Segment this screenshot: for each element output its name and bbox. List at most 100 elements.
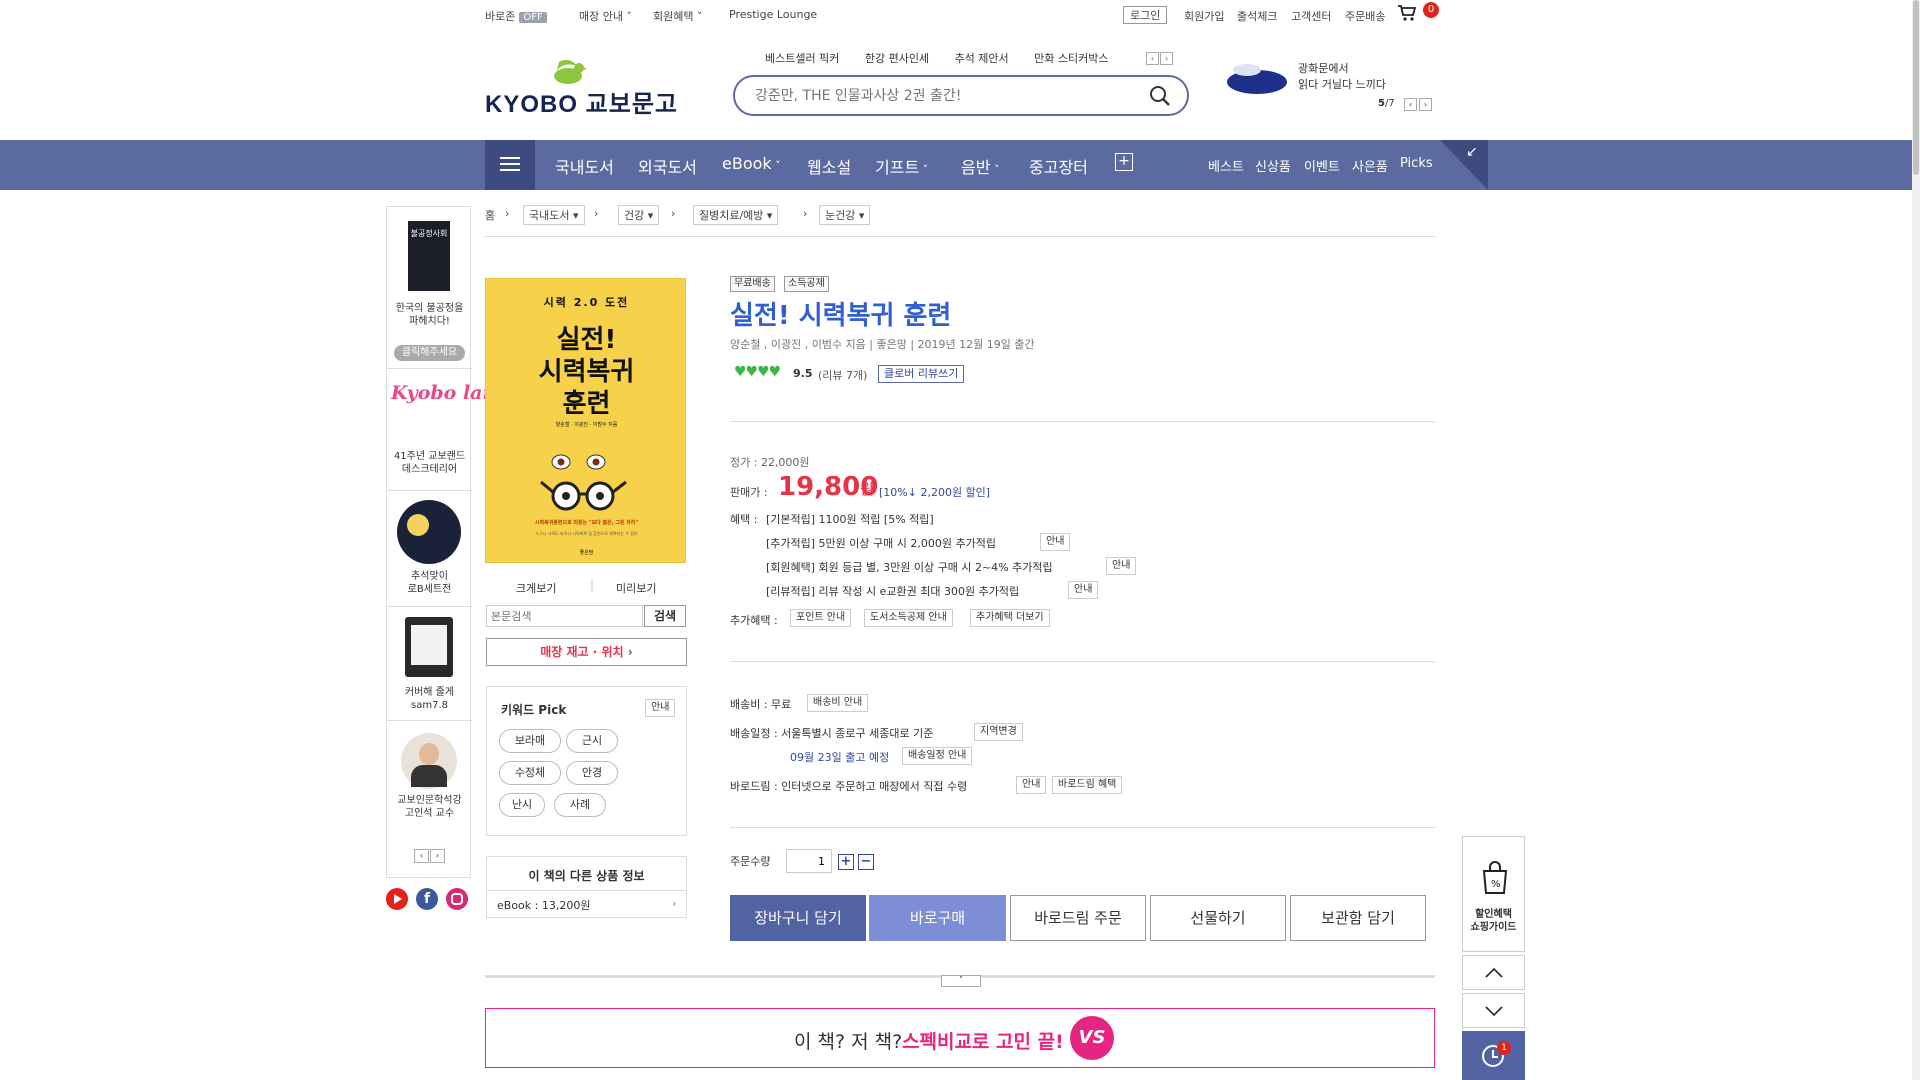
store-info-menu[interactable]: 매장 안내 ˅	[579, 8, 632, 24]
nav-best[interactable]: 베스트	[1208, 156, 1244, 175]
nav-used-market[interactable]: 중고장터	[1029, 154, 1088, 178]
nav-event[interactable]: 이벤트	[1304, 156, 1340, 175]
baro-off-badge[interactable]: OFF	[519, 12, 547, 23]
nav-music[interactable]: 음반 ˅	[961, 154, 999, 178]
login-button[interactable]: 로그인	[1123, 6, 1168, 24]
point-guide-button[interactable]: 포인트 안내	[790, 609, 852, 627]
keyword-chip[interactable]: 보라매	[499, 729, 561, 753]
hot-keyword[interactable]: 베스트셀러 픽커	[765, 52, 839, 65]
keyword-chip[interactable]: 근시	[566, 729, 618, 753]
write-review-button[interactable]: 클로버 리뷰쓰기	[878, 365, 965, 383]
recent-viewed-button[interactable]: 1	[1462, 1031, 1525, 1080]
expand-chevron-icon[interactable]: ˅	[941, 975, 981, 987]
add-to-cart-button[interactable]: 장바구니 담기	[730, 895, 866, 941]
collapse-arrow-icon[interactable]: ↙	[1466, 144, 1478, 160]
header-promo[interactable]: 광화문에서 읽다 거닐다 느끼다 5/7 ‹ ›	[1225, 58, 1445, 118]
prev-arrow-icon[interactable]: ‹	[1146, 52, 1159, 65]
ebook-link[interactable]: eBook : 13,200원 ›	[497, 897, 682, 913]
save-to-wishlist-button[interactable]: 보관함 담기	[1290, 895, 1426, 941]
breadcrumb-home[interactable]: 홈	[485, 207, 495, 223]
scrollbar-thumb[interactable]	[1913, 0, 1919, 175]
store-stock-button[interactable]: 매장 재고 · 위치 ›	[486, 638, 687, 666]
ad-kyobo-land[interactable]: Kyobo land 41주년 교보랜드 데스크테리어	[387, 369, 510, 491]
search-icon[interactable]	[1148, 84, 1172, 108]
ad-humanities-lecture[interactable]: 교보인문학석강 고인석 교수	[387, 721, 472, 831]
hot-keyword[interactable]: 한강 편사인세	[865, 52, 929, 65]
shipping-date: 배송일정 : 서울특별시 종로구 세종대로 기준	[730, 727, 934, 740]
scroll-up-icon[interactable]	[1462, 955, 1525, 990]
buy-now-button[interactable]: 바로구매	[869, 895, 1006, 941]
keyword-chip[interactable]: 난시	[499, 793, 545, 817]
nav-ebook[interactable]: eBook ˅	[722, 154, 781, 173]
keyword-guide-button[interactable]: 안내	[645, 699, 676, 717]
book-cover-image[interactable]: 시력 2.0 도전 실전! 시력복귀 훈련 양순철 · 이광진 · 이범수 지음…	[485, 278, 686, 563]
quantity-input[interactable]	[786, 849, 832, 873]
nav-domestic-books[interactable]: 국내도서	[555, 154, 614, 178]
hot-keyword[interactable]: 추석 제안서	[955, 52, 1009, 65]
customer-center-link[interactable]: 고객센터	[1291, 8, 1331, 24]
ad-unfair-society[interactable]: 불공정사회 한국의 불공정을 파헤치다! 클릭해주세요	[387, 207, 472, 369]
kyobo-logo[interactable]: KYOBO 교보문고	[485, 56, 677, 118]
breadcrumb-disease[interactable]: 질병치료/예방 ▾	[693, 205, 779, 225]
cart-icon[interactable]	[1397, 4, 1417, 25]
prev-arrow-icon[interactable]: ‹	[414, 849, 429, 863]
attendance-link[interactable]: 출석체크	[1237, 8, 1277, 24]
more-benefit-button[interactable]: 추가혜택 더보기	[970, 609, 1050, 627]
keyword-chip[interactable]: 사례	[554, 793, 606, 817]
breadcrumb-domestic[interactable]: 국내도서 ▾	[523, 205, 585, 225]
nav-picks[interactable]: Picks	[1400, 156, 1433, 171]
author-line[interactable]: 양순철 , 이광진 , 이범수 지음 | 좋은땅 | 2019년 12월 19일…	[730, 336, 1035, 352]
prev-arrow-icon[interactable]: ‹	[1404, 98, 1417, 111]
page-scrollbar[interactable]	[1912, 0, 1920, 1080]
baro-zone-toggle[interactable]: 바로존 OFF	[485, 8, 547, 24]
nav-corner-fold[interactable]	[1440, 140, 1488, 190]
nav-web-novel[interactable]: 웹소설	[807, 154, 851, 178]
scroll-down-icon[interactable]	[1462, 993, 1525, 1028]
tax-guide-button[interactable]: 도서소득공제 안내	[864, 609, 953, 627]
barodrim-benefit-button[interactable]: 바로드림 혜택	[1052, 776, 1123, 794]
barodrim-order-button[interactable]: 바로드림 주문	[1010, 895, 1146, 941]
next-arrow-icon[interactable]: ›	[1419, 98, 1432, 111]
body-search-button[interactable]: 검색	[644, 605, 686, 627]
preview-link[interactable]: 미리보기	[616, 580, 656, 596]
next-arrow-icon[interactable]: ›	[1160, 52, 1173, 65]
compare-banner[interactable]: 이 책? 저 책? 스펙비교로 고민 끝! VS	[485, 1008, 1435, 1068]
body-search-input[interactable]	[486, 605, 643, 627]
shipping-schedule-guide-button[interactable]: 배송일정 안내	[902, 747, 973, 765]
facebook-icon[interactable]: f	[416, 888, 438, 910]
breadcrumb-eye-health[interactable]: 눈건강 ▾	[819, 205, 871, 225]
hamburger-menu-icon[interactable]	[485, 140, 535, 190]
gift-button[interactable]: 선물하기	[1150, 895, 1286, 941]
next-arrow-icon[interactable]: ›	[430, 849, 445, 863]
quantity-plus-icon[interactable]: +	[838, 854, 854, 870]
nav-new[interactable]: 신상품	[1255, 156, 1291, 175]
search-input[interactable]	[755, 86, 1135, 106]
hot-keyword[interactable]: 만화 스티커박스	[1034, 52, 1108, 65]
ad-sam[interactable]: 커버해 줄게 sam7.8	[387, 607, 472, 721]
zoom-link[interactable]: 크게보기	[516, 580, 556, 596]
join-link[interactable]: 회원가입	[1184, 8, 1224, 24]
instagram-icon[interactable]	[446, 888, 468, 910]
ad-click-button[interactable]: 클릭해주세요	[394, 345, 465, 361]
order-delivery-link[interactable]: 주문배송	[1345, 8, 1385, 24]
ad-chuseok[interactable]: 추석맞이 로B세트전	[387, 491, 472, 607]
review-count[interactable]: (리뷰 7개)	[818, 367, 867, 383]
keyword-chip[interactable]: 안경	[566, 761, 618, 785]
nav-gift[interactable]: 기프트 ˅	[875, 154, 928, 178]
nav-foreign-books[interactable]: 외국도서	[638, 154, 697, 178]
shipping-fee-guide-button[interactable]: 배송비 안내	[807, 694, 869, 712]
prestige-lounge-link[interactable]: Prestige Lounge	[729, 8, 817, 21]
benefit-guide-button[interactable]: 안내	[1106, 557, 1137, 575]
benefit-guide-button[interactable]: 안내	[1040, 533, 1071, 551]
shopping-guide-box[interactable]: % 할인혜택 쇼핑가이드	[1462, 836, 1525, 952]
youtube-icon[interactable]	[386, 888, 408, 910]
barodrim-guide-button[interactable]: 안내	[1016, 776, 1047, 794]
plus-icon[interactable]: +	[1115, 153, 1133, 171]
keyword-chip[interactable]: 수정체	[499, 761, 561, 785]
member-benefit-menu[interactable]: 회원혜택 ˅	[653, 8, 702, 24]
quantity-minus-icon[interactable]: −	[858, 854, 874, 870]
breadcrumb-health[interactable]: 건강 ▾	[618, 205, 660, 225]
benefit-guide-button[interactable]: 안내	[1068, 581, 1099, 599]
change-region-button[interactable]: 지역변경	[974, 723, 1023, 741]
nav-gifts[interactable]: 사은품	[1352, 156, 1388, 175]
